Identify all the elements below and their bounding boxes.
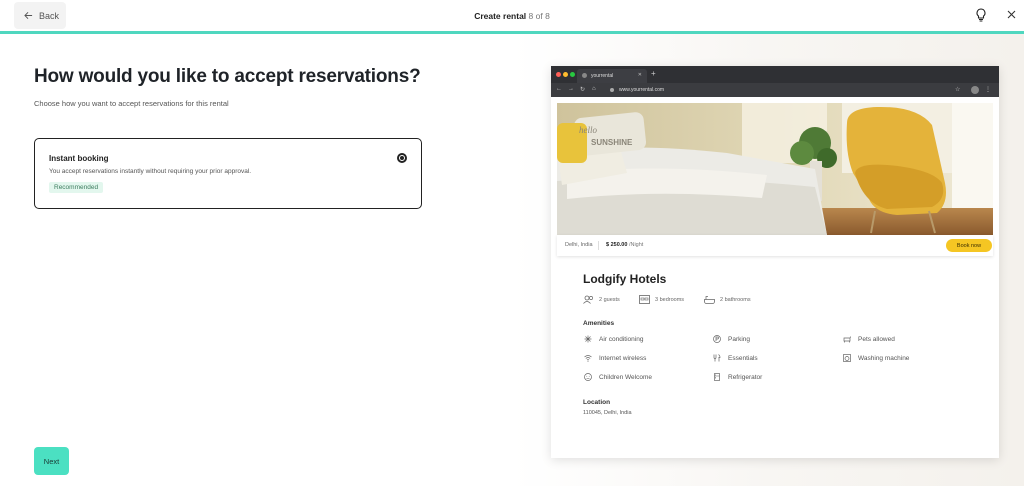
wifi-icon	[584, 355, 592, 362]
amenity-air-conditioning: Air conditioning	[584, 335, 643, 343]
price-bar-price: $ 250.00 /Night	[606, 242, 643, 248]
top-bar: Back Create rental 8 of 8	[0, 0, 1024, 31]
price-unit: /Night	[628, 242, 644, 248]
option-description: You accept reservations instantly withou…	[49, 168, 252, 175]
air-conditioning-icon	[584, 335, 592, 343]
parking-icon	[713, 335, 721, 343]
window-maximize-dot	[570, 72, 575, 77]
favicon-icon	[582, 73, 587, 78]
amenity-label: Parking	[728, 335, 751, 343]
amenity-essentials: Essentials	[713, 354, 758, 362]
step-counter: 8 of 8	[528, 11, 550, 21]
pillow-text-hello: hello	[579, 125, 597, 135]
amenity-wifi: Internet wireless	[584, 354, 646, 362]
bathroom-icon	[704, 296, 715, 304]
amenity-washing-machine: Washing machine	[843, 354, 909, 362]
browser-reload-icon: ↻	[580, 87, 586, 93]
feature-bedrooms: 3 bedrooms	[639, 295, 684, 304]
browser-menu-icon: ⋮	[985, 87, 991, 93]
pillow-text-sunshine: SUNSHINE	[591, 138, 633, 147]
next-button[interactable]: Next	[34, 447, 69, 475]
price-amount: $ 250.00	[606, 242, 628, 248]
tab-close-icon: ✕	[637, 72, 642, 78]
amenity-parking: Parking	[713, 335, 750, 343]
amenity-refrigerator: Refrigerator	[713, 373, 762, 381]
amenity-label: Internet wireless	[599, 354, 647, 362]
amenity-label: Children Welcome	[599, 373, 652, 381]
children-icon	[584, 373, 592, 381]
price-bar-divider	[598, 241, 599, 250]
refrigerator-icon	[714, 373, 720, 381]
price-bar-city: Delhi, India	[565, 242, 593, 248]
rental-hero-image: hello SUNSHINE	[557, 103, 993, 235]
book-now-button: Book now	[946, 239, 992, 252]
option-title: Instant booking	[49, 154, 109, 163]
amenity-label: Essentials	[728, 354, 758, 362]
browser-url-text: www.yourrental.com	[619, 87, 665, 93]
lock-icon	[610, 88, 614, 92]
browser-back-icon: ←	[556, 86, 562, 92]
browser-tab-title: yourrental	[591, 73, 614, 79]
feature-bathrooms: 2 bathrooms	[704, 295, 751, 304]
browser-star-icon: ☆	[955, 87, 961, 93]
amenity-label: Pets allowed	[858, 335, 895, 343]
pets-icon	[843, 336, 851, 343]
page-subheading: Choose how you want to accept reservatio…	[34, 99, 229, 108]
feature-bathrooms-label: 2 bathrooms	[720, 296, 751, 303]
close-icon[interactable]	[1007, 10, 1016, 19]
page-heading: How would you like to accept reservation…	[34, 66, 421, 87]
browser-tab: yourrental ✕	[577, 69, 647, 83]
feature-guests: 2 guests	[583, 295, 620, 304]
amenity-pets: Pets allowed	[843, 335, 895, 343]
essentials-icon	[713, 354, 721, 362]
instant-booking-option[interactable]: Instant booking You accept reservations …	[34, 138, 422, 209]
amenities-title: Amenities	[583, 320, 615, 327]
window-minimize-dot	[563, 72, 568, 77]
amenity-label: Washing machine	[858, 354, 910, 362]
amenity-label: Air conditioning	[599, 335, 644, 343]
browser-forward-icon: →	[568, 86, 574, 92]
rental-preview-browser: yourrental ✕ + ← → ↻ ⌂ www.yourrental.co…	[551, 66, 999, 458]
location-text: 110045, Delhi, India	[583, 410, 632, 416]
feature-guests-label: 2 guests	[599, 296, 620, 303]
guests-icon	[583, 295, 593, 304]
window-close-dot	[556, 72, 561, 77]
browser-address-bar: ← → ↻ ⌂ www.yourrental.com ☆ ⋮	[551, 83, 999, 97]
option-radio[interactable]	[397, 153, 407, 163]
washing-machine-icon	[843, 354, 851, 362]
page-title: Create rental 8 of 8	[0, 11, 1024, 21]
bedroom-icon	[639, 295, 650, 304]
price-bar: Delhi, India $ 250.00 /Night Book now	[557, 235, 993, 256]
recommended-badge: Recommended	[49, 182, 104, 193]
amenity-label: Refrigerator	[728, 373, 763, 381]
lightbulb-icon[interactable]	[975, 8, 987, 22]
hotel-name: Lodgify Hotels	[583, 272, 667, 286]
location-title: Location	[583, 399, 611, 406]
new-tab-icon: +	[651, 69, 656, 78]
browser-home-icon: ⌂	[592, 86, 596, 92]
browser-tab-bar: yourrental ✕ +	[551, 66, 999, 83]
browser-avatar	[971, 86, 979, 94]
page-title-text: Create rental	[474, 11, 527, 21]
browser-url: www.yourrental.com	[607, 85, 967, 95]
feature-bedrooms-label: 3 bedrooms	[655, 296, 685, 303]
amenity-children: Children Welcome	[584, 373, 652, 381]
